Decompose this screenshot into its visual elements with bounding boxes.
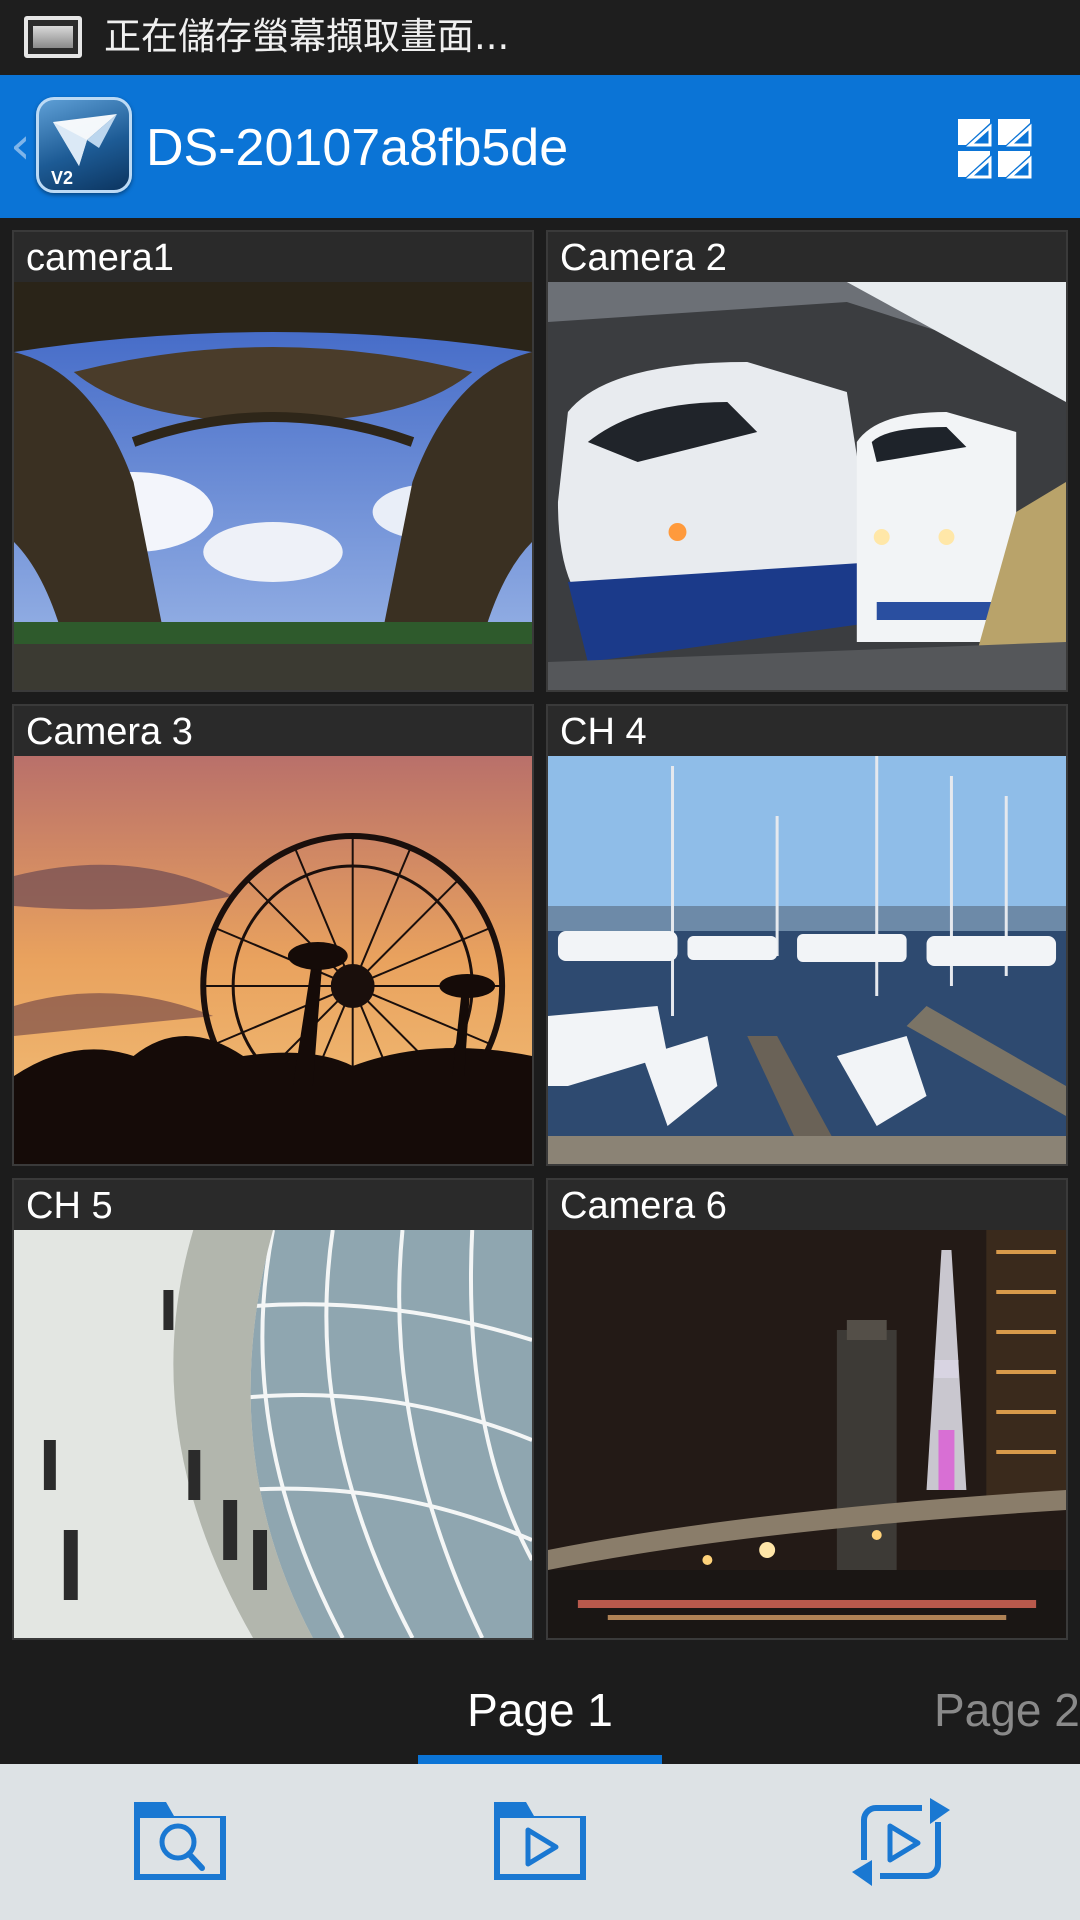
status-notification-text: 正在儲存螢幕擷取畫面... xyxy=(104,15,510,58)
folder-play-icon[interactable] xyxy=(486,1790,596,1890)
camera-label: Camera 3 xyxy=(26,711,193,753)
camera-label: CH 5 xyxy=(26,1185,113,1227)
screenshot-icon xyxy=(24,16,82,58)
camera-tile-3[interactable]: Camera 3 xyxy=(12,704,534,1166)
app-bar: ‹ V2 DS-20107a8fb5de xyxy=(0,75,1080,218)
folder-search-icon[interactable] xyxy=(126,1790,236,1890)
grid-layout-icon[interactable] xyxy=(956,117,1032,179)
camera-tile-2[interactable]: Camera 2 xyxy=(546,230,1068,692)
camera-label: Camera 2 xyxy=(560,237,727,279)
device-title: DS-20107a8fb5de xyxy=(146,119,569,177)
camera-feed-night-tower-bridge[interactable] xyxy=(548,1230,1066,1638)
camera-feed-bullet-trains[interactable] xyxy=(548,282,1066,690)
camera-tile-5[interactable]: CH 5 xyxy=(12,1178,534,1640)
camera-feed-glass-dome-atrium[interactable] xyxy=(14,1230,532,1638)
logo-badge-text: V2 xyxy=(51,168,73,188)
tab-page-2[interactable]: Page 2 xyxy=(934,1640,1080,1764)
camera-tile-4[interactable]: CH 4 xyxy=(546,704,1068,1166)
camera-tile-6[interactable]: Camera 6 xyxy=(546,1178,1068,1640)
chevron-left-icon[interactable]: ‹ xyxy=(10,115,38,177)
camera-label: CH 4 xyxy=(560,711,647,753)
playback-sync-icon[interactable] xyxy=(846,1790,956,1890)
camera-tile-1[interactable]: camera1 xyxy=(12,230,534,692)
page-tabs: Page 1 Page 2 xyxy=(0,1640,1080,1764)
camera-label: Camera 6 xyxy=(560,1185,727,1227)
app-logo[interactable]: V2 xyxy=(36,97,132,193)
bottom-toolbar xyxy=(0,1764,1080,1920)
status-bar: 正在儲存螢幕擷取畫面... xyxy=(0,0,1080,75)
camera-feed-marina-boats[interactable] xyxy=(548,756,1066,1164)
active-page-indicator xyxy=(418,1755,662,1764)
tab-page-1[interactable]: Page 1 xyxy=(418,1640,662,1764)
camera-feed-eiffel-tower[interactable] xyxy=(14,282,532,690)
camera-label: camera1 xyxy=(26,237,174,279)
camera-feed-ferris-wheel-sunset[interactable] xyxy=(14,756,532,1164)
